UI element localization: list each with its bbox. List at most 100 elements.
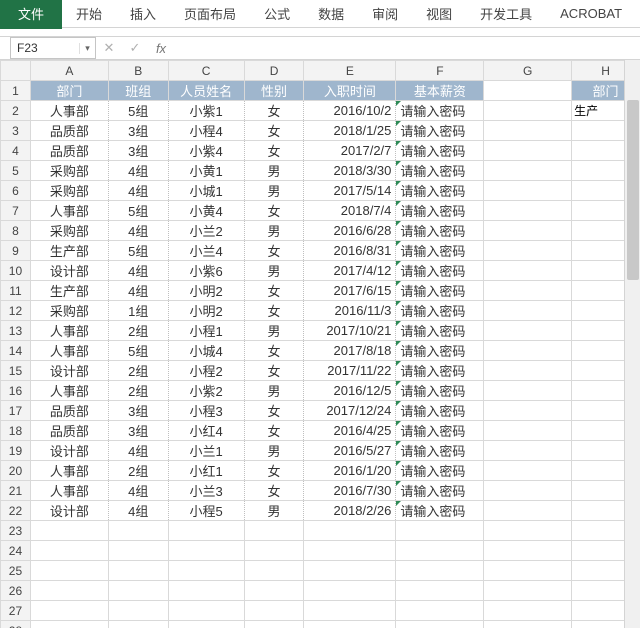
cell[interactable]: 小城1	[168, 181, 244, 201]
row-header[interactable]: 14	[1, 341, 31, 361]
cell[interactable]: 1组	[108, 301, 168, 321]
cell[interactable]: 4组	[108, 441, 168, 461]
cell-salary[interactable]: 请输入密码	[396, 361, 484, 381]
cell-salary[interactable]: 请输入密码	[396, 381, 484, 401]
cell-salary[interactable]: 请输入密码	[396, 221, 484, 241]
cell[interactable]: 设计部	[30, 361, 108, 381]
cell[interactable]: 女	[244, 421, 304, 441]
cell-salary[interactable]: 请输入密码	[396, 101, 484, 121]
cell[interactable]: 小兰4	[168, 241, 244, 261]
row-header[interactable]: 4	[1, 141, 31, 161]
cell[interactable]	[244, 581, 304, 601]
cell[interactable]: 女	[244, 121, 304, 141]
cell[interactable]: 小红4	[168, 421, 244, 441]
cell[interactable]: 5组	[108, 241, 168, 261]
cell[interactable]: 小兰2	[168, 221, 244, 241]
cell[interactable]	[396, 621, 484, 629]
cell[interactable]	[304, 601, 396, 621]
cell[interactable]: 小程2	[168, 361, 244, 381]
row-header[interactable]: 15	[1, 361, 31, 381]
cell[interactable]	[30, 561, 108, 581]
cell-salary[interactable]: 请输入密码	[396, 241, 484, 261]
cell-salary[interactable]: 请输入密码	[396, 161, 484, 181]
cell[interactable]	[484, 521, 572, 541]
cell[interactable]	[484, 621, 572, 629]
cell[interactable]: 小城4	[168, 341, 244, 361]
col-header-G[interactable]: G	[484, 61, 572, 81]
cell[interactable]: 4组	[108, 261, 168, 281]
formula-input[interactable]	[174, 38, 640, 58]
cell[interactable]: 人事部	[30, 101, 108, 121]
cell[interactable]	[484, 461, 572, 481]
cell[interactable]: 4组	[108, 181, 168, 201]
cell[interactable]: 生产部	[30, 281, 108, 301]
cell[interactable]	[304, 581, 396, 601]
fx-icon[interactable]: fx	[148, 41, 174, 56]
cell[interactable]: 5组	[108, 341, 168, 361]
cell[interactable]: 男	[244, 441, 304, 461]
cell[interactable]: 生产部	[30, 241, 108, 261]
cell[interactable]: 2017/5/14	[304, 181, 396, 201]
row-header[interactable]: 3	[1, 121, 31, 141]
cell[interactable]: 女	[244, 401, 304, 421]
cell[interactable]: 女	[244, 201, 304, 221]
cell-salary[interactable]: 请输入密码	[396, 301, 484, 321]
row-header[interactable]: 1	[1, 81, 31, 101]
cell[interactable]	[244, 601, 304, 621]
row-header[interactable]: 27	[1, 601, 31, 621]
table-header-cell[interactable]: 基本薪资	[396, 81, 484, 101]
col-header-B[interactable]: B	[108, 61, 168, 81]
row-header[interactable]: 25	[1, 561, 31, 581]
cell-salary[interactable]: 请输入密码	[396, 461, 484, 481]
cell[interactable]	[168, 541, 244, 561]
cell-salary[interactable]: 请输入密码	[396, 281, 484, 301]
cell[interactable]: 小程4	[168, 121, 244, 141]
cell[interactable]: 小黄1	[168, 161, 244, 181]
cell[interactable]: 女	[244, 481, 304, 501]
tab-review[interactable]: 审阅	[358, 0, 412, 29]
row-header[interactable]: 9	[1, 241, 31, 261]
cell[interactable]: 小紫1	[168, 101, 244, 121]
cell[interactable]: 小程3	[168, 401, 244, 421]
cell[interactable]: 男	[244, 261, 304, 281]
cell[interactable]	[484, 181, 572, 201]
cell[interactable]: 男	[244, 381, 304, 401]
cell[interactable]	[396, 521, 484, 541]
cell[interactable]: 小紫6	[168, 261, 244, 281]
cell[interactable]: 采购部	[30, 221, 108, 241]
cell[interactable]	[244, 621, 304, 629]
cell[interactable]: 小黄4	[168, 201, 244, 221]
row-header[interactable]: 10	[1, 261, 31, 281]
table-header-cell[interactable]: 部门	[30, 81, 108, 101]
cell[interactable]	[484, 401, 572, 421]
tab-acrobat[interactable]: ACROBAT	[546, 0, 636, 27]
cell[interactable]: 小兰3	[168, 481, 244, 501]
cell-salary[interactable]: 请输入密码	[396, 401, 484, 421]
cell[interactable]	[484, 341, 572, 361]
cell[interactable]: 小程5	[168, 501, 244, 521]
cell[interactable]	[108, 521, 168, 541]
cell[interactable]: 男	[244, 161, 304, 181]
cell-salary[interactable]: 请输入密码	[396, 321, 484, 341]
row-header[interactable]: 26	[1, 581, 31, 601]
row-header[interactable]: 16	[1, 381, 31, 401]
cell[interactable]: 设计部	[30, 441, 108, 461]
cell[interactable]: 采购部	[30, 301, 108, 321]
cell[interactable]	[244, 541, 304, 561]
cell[interactable]	[244, 521, 304, 541]
cell-salary[interactable]: 请输入密码	[396, 201, 484, 221]
cell[interactable]: 4组	[108, 481, 168, 501]
vertical-scrollbar[interactable]	[624, 60, 640, 628]
col-header-C[interactable]: C	[168, 61, 244, 81]
col-header-E[interactable]: E	[304, 61, 396, 81]
cell[interactable]: 4组	[108, 281, 168, 301]
cell[interactable]: 2018/7/4	[304, 201, 396, 221]
cell[interactable]: 3组	[108, 141, 168, 161]
cell[interactable]: 4组	[108, 501, 168, 521]
cell[interactable]	[30, 601, 108, 621]
cell[interactable]: 2组	[108, 361, 168, 381]
select-all-corner[interactable]	[1, 61, 31, 81]
cell[interactable]	[484, 81, 572, 101]
cell[interactable]: 小明2	[168, 281, 244, 301]
cell[interactable]	[484, 221, 572, 241]
